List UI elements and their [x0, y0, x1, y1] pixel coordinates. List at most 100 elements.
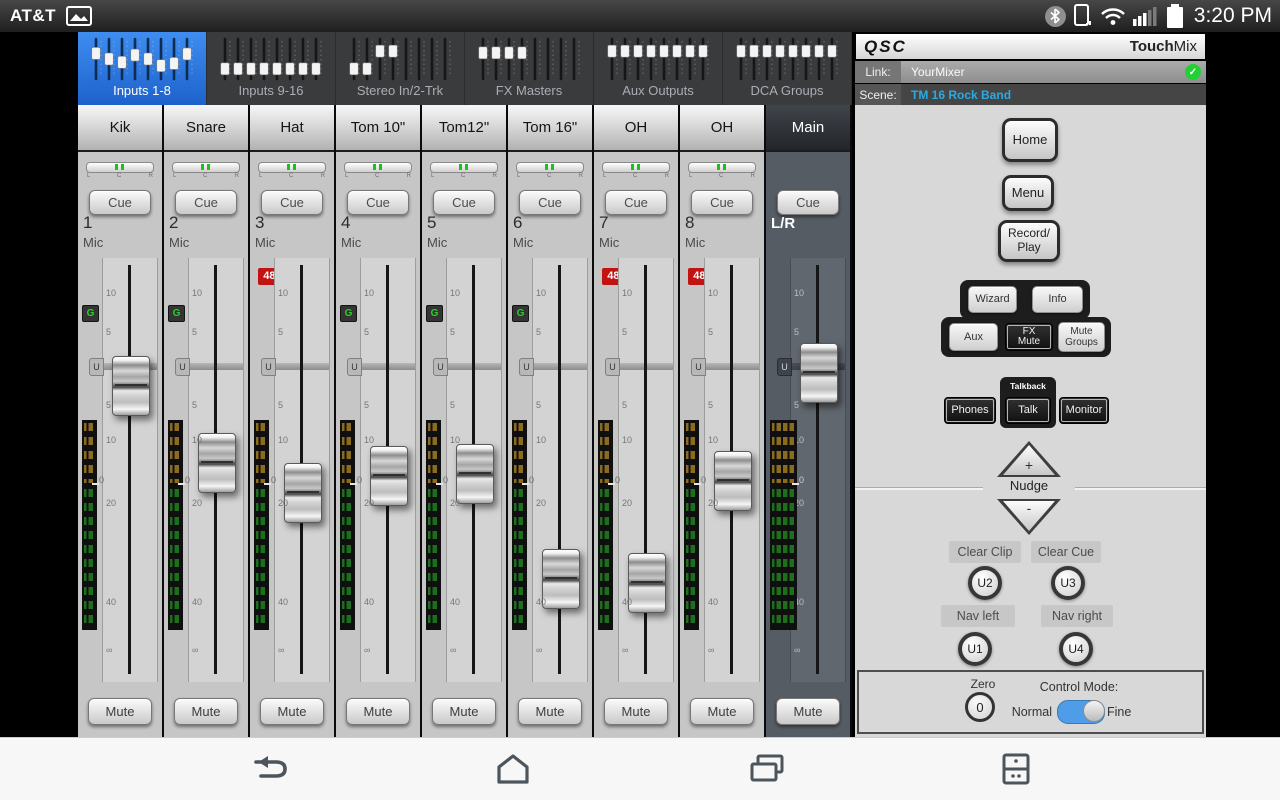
fader-scale-label: 10 [536, 435, 546, 445]
home-button[interactable]: Home [1002, 118, 1058, 162]
toggle-knob[interactable] [1083, 700, 1105, 722]
mute-button[interactable]: Mute [776, 698, 840, 725]
aux-button[interactable]: Aux [949, 323, 998, 351]
qsc-logo: QSC [864, 37, 907, 57]
mute-button[interactable]: Mute [346, 698, 410, 725]
info-button[interactable]: Info [1032, 286, 1083, 313]
fader-handle[interactable] [800, 343, 838, 403]
wizard-button[interactable]: Wizard [968, 286, 1017, 313]
pan-indicator[interactable] [172, 162, 240, 173]
phones-button[interactable]: Phones [944, 397, 996, 424]
nudge-plus-sign: + [997, 457, 1061, 473]
tab-inputs-9-16[interactable]: Inputs 9-16 [207, 32, 336, 105]
tab-aux-outputs[interactable]: Aux Outputs [594, 32, 723, 105]
record-play-button[interactable]: Record/Play [998, 220, 1060, 262]
cue-button[interactable]: Cue [519, 190, 581, 215]
channel-name-button[interactable]: Hat [250, 105, 334, 152]
tab-inputs-1-8[interactable]: Inputs 1-8 [78, 32, 207, 105]
tab-dca-groups[interactable]: DCA Groups [723, 32, 852, 105]
nudge-minus-sign: - [997, 500, 1061, 516]
fader-handle[interactable] [370, 446, 408, 506]
talk-button[interactable]: Talk [1005, 397, 1051, 424]
mute-button[interactable]: Mute [432, 698, 496, 725]
mute-groups-button[interactable]: MuteGroups [1058, 322, 1105, 352]
fader-track[interactable]: U 1055102040∞ [446, 258, 502, 682]
fader-track[interactable]: U 1055102040∞ [704, 258, 760, 682]
channel-name-button[interactable]: Tom 16" [508, 105, 592, 152]
dual-window-button[interactable] [994, 750, 1038, 788]
recents-button[interactable] [746, 750, 790, 788]
user-button-u3[interactable]: U3 [1051, 566, 1085, 600]
gate-badge: G [426, 305, 443, 322]
cue-button[interactable]: Cue [347, 190, 409, 215]
mute-button[interactable]: Mute [88, 698, 152, 725]
fader-track[interactable]: U 1055102040∞ [102, 258, 158, 682]
nudge-down-button[interactable]: - [997, 499, 1061, 535]
nudge-up-button[interactable]: + [997, 441, 1061, 477]
channel-name-button[interactable]: Main [766, 105, 850, 152]
fader-handle[interactable] [628, 553, 666, 613]
pan-indicator[interactable] [86, 162, 154, 173]
back-button[interactable] [246, 750, 290, 788]
home-nav-button[interactable] [491, 750, 535, 788]
user-button-u4[interactable]: U4 [1059, 632, 1093, 666]
cue-button[interactable]: Cue [261, 190, 323, 215]
channel-type-label: Mic [513, 235, 533, 250]
fx-mute-button[interactable]: FXMute [1005, 323, 1053, 351]
meter-zero-tick [436, 483, 443, 485]
monitor-button[interactable]: Monitor [1059, 397, 1109, 424]
scene-row[interactable]: Scene: TM 16 Rock Band [855, 84, 1206, 106]
channel-name-button[interactable]: Tom 10" [336, 105, 420, 152]
channel-name-button[interactable]: Kik [78, 105, 162, 152]
pan-indicator[interactable] [344, 162, 412, 173]
cue-button[interactable]: Cue [605, 190, 667, 215]
link-row[interactable]: Link: YourMixer ✓ [855, 61, 1206, 83]
fader-handle[interactable] [112, 356, 150, 416]
mute-button[interactable]: Mute [518, 698, 582, 725]
fader-handle[interactable] [456, 444, 494, 504]
cue-button[interactable]: Cue [175, 190, 237, 215]
pan-indicator[interactable] [602, 162, 670, 173]
channel-strip: Hat LCR Cue 3 Mic 48V G U 1055102040∞ 0 … [250, 105, 336, 737]
fader-track[interactable]: U 1055102040∞ [790, 258, 846, 682]
user-button-u2[interactable]: U2 [968, 566, 1002, 600]
fader-track[interactable]: U 1055102040∞ [532, 258, 588, 682]
cue-button[interactable]: Cue [89, 190, 151, 215]
pan-indicator[interactable] [258, 162, 326, 173]
channel-name-button[interactable]: OH [594, 105, 678, 152]
mute-button[interactable]: Mute [604, 698, 668, 725]
cue-button[interactable]: Cue [777, 190, 839, 215]
fader-handle[interactable] [542, 549, 580, 609]
control-mode-toggle[interactable] [1057, 700, 1105, 724]
mute-button[interactable]: Mute [690, 698, 754, 725]
fader-scale-label: 10 [536, 288, 546, 298]
mute-button[interactable]: Mute [174, 698, 238, 725]
channel-name-button[interactable]: OH [680, 105, 764, 152]
fader-handle[interactable] [198, 433, 236, 493]
fader-track[interactable]: U 1055102040∞ [274, 258, 330, 682]
user-button-u1[interactable]: U1 [958, 632, 992, 666]
channel-name-button[interactable]: Snare [164, 105, 248, 152]
channel-name-button[interactable]: Tom12" [422, 105, 506, 152]
fader-scale-label: 10 [192, 288, 202, 298]
nav-left-label: Nav left [941, 605, 1015, 627]
zero-button[interactable]: 0 [965, 692, 995, 722]
pan-indicator[interactable] [688, 162, 756, 173]
menu-button[interactable]: Menu [1002, 175, 1054, 211]
pan-indicator[interactable] [430, 162, 498, 173]
cue-button[interactable]: Cue [433, 190, 495, 215]
cue-button[interactable]: Cue [691, 190, 753, 215]
mute-button[interactable]: Mute [260, 698, 324, 725]
fader-track[interactable]: U 1055102040∞ [360, 258, 416, 682]
tab-stereo-in-2-trk[interactable]: Stereo In/2-Trk [336, 32, 465, 105]
pan-scale: LCR [688, 173, 756, 180]
fader-track[interactable]: U 1055102040∞ [618, 258, 674, 682]
fader-handle[interactable] [714, 451, 752, 511]
fader-track[interactable]: U 1055102040∞ [188, 258, 244, 682]
tab-fx-masters[interactable]: FX Masters [465, 32, 594, 105]
channel-number: 6 [513, 213, 522, 233]
channel-type-label: Mic [169, 235, 189, 250]
fader-handle[interactable] [284, 463, 322, 523]
pan-indicator[interactable] [516, 162, 584, 173]
clear-cue-label: Clear Cue [1031, 541, 1101, 563]
